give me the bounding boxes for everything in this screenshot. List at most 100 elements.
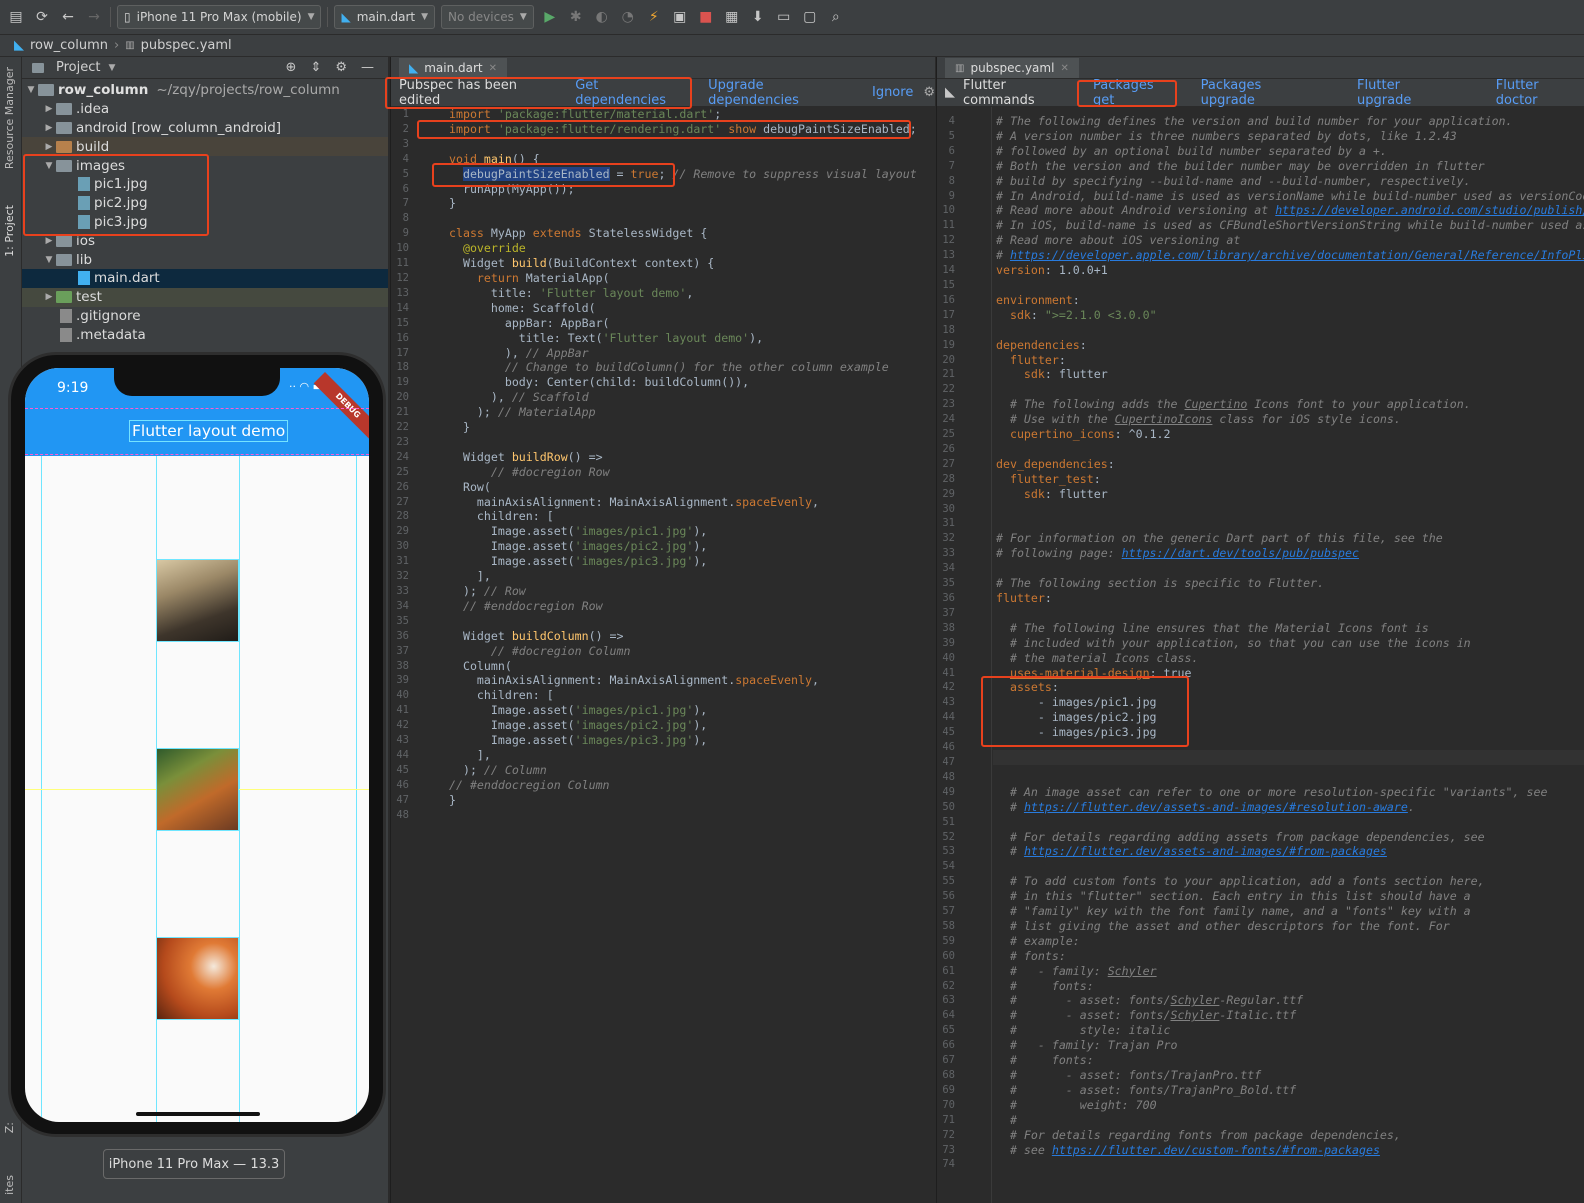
chevron-right-icon: › [114,38,120,53]
project-structure-icon[interactable]: ▭ [774,7,794,27]
breadcrumb-project[interactable]: row_column [30,38,108,53]
device-selector-label: iPhone 11 Pro Max (mobile) [136,10,302,24]
packages-upgrade-link[interactable]: Packages upgrade [1201,78,1319,108]
run-config-label: main.dart [356,10,416,24]
save-icon[interactable]: ▤ [6,7,26,27]
breadcrumb: ◣ row_column › ▥ pubspec.yaml [0,35,1584,57]
back-icon[interactable]: ← [58,7,78,27]
pic1-image [156,559,239,642]
sync-icon[interactable]: ⟳ [32,7,52,27]
project-tool-tab[interactable]: 1: Project [3,205,16,257]
tree-item-root[interactable]: ▼ row_column ~/zqy/projects/row_column [22,81,388,100]
flutter-commands-label: Flutter commands [963,77,1035,108]
tree-item-gitignore[interactable]: .gitignore [22,307,388,326]
highlight-box [23,154,209,236]
breadcrumb-file[interactable]: pubspec.yaml [141,38,232,53]
tree-item-label: test [76,289,102,306]
tree-item-idea[interactable]: ▶ .idea [22,100,388,119]
gear-icon[interactable]: ⚙ [923,85,935,100]
folder-icon [56,103,72,116]
line-numbers: 1 2 3 4 5 6 7 8 9 10 11 12 13 14 15 16 1… [396,108,409,821]
profile-icon[interactable]: ◔ [618,7,638,27]
hide-icon[interactable]: — [361,60,374,75]
phone-notch [114,368,280,396]
tree-item-main-dart[interactable]: main.dart [22,268,388,288]
tree-item-label: lib [76,251,93,268]
collapsed-arrow-icon: ▶ [45,292,53,303]
upgrade-dependencies-link[interactable]: Upgrade dependencies [708,78,852,108]
search-icon[interactable]: ⌕ [826,7,846,27]
flutter-doctor-link[interactable]: Flutter doctor [1496,78,1584,108]
expanded-arrow-icon: ▼ [45,254,53,265]
hot-reload-icon[interactable]: ⚡ [644,7,664,27]
resource-manager-tab[interactable]: Resource Manager [3,67,16,169]
main-toolbar: ▤ ⟳ ← → ▯ iPhone 11 Pro Max (mobile) ▼ ◣ ma… [0,0,1584,35]
favorites-tool-tab[interactable]: ites [3,1175,16,1195]
locate-icon[interactable]: ⊕ [286,60,297,75]
folder-icon [38,84,54,97]
flutter-icon: ◣ [341,10,351,24]
debug-paint-guide [25,454,369,455]
flutter-commands-bar: ◣ Flutter commands Packages get Packages… [937,77,1584,108]
run-config-selector[interactable]: ◣ main.dart ▼ [334,5,436,29]
yaml-file-icon: ▥ [955,62,965,74]
editor-tab-bar: ◣ main.dart ✕ [391,57,935,79]
tab-pubspec-yaml[interactable]: ▥ pubspec.yaml ✕ [945,58,1079,78]
structure-tool-tab[interactable]: Z: [3,1122,16,1133]
flutter-upgrade-link[interactable]: Flutter upgrade [1357,78,1458,108]
project-view-selector[interactable]: Project [56,60,100,75]
main-dart-editor: ◣ main.dart ✕ Pubspec has been edited Get … [385,57,935,1203]
forward-icon[interactable]: → [84,7,104,27]
target-device-label: No devices [448,10,514,24]
status-time: 9:19 [57,380,89,396]
gear-icon[interactable]: ⚙ [335,60,347,75]
dart-file-icon [78,271,90,286]
hot-restart-icon[interactable]: ▣ [670,7,690,27]
tree-item-label: .gitignore [76,307,141,324]
run-icon[interactable]: ▶ [540,7,560,27]
gutter-divider [991,107,992,1203]
dart-file-icon: ◣ [409,61,419,75]
ignore-link[interactable]: Ignore [872,85,913,100]
line-numbers: 4 5 6 7 8 9 10 11 12 13 14 15 16 17 18 1… [942,115,955,1171]
close-icon[interactable]: ✕ [1060,63,1068,74]
folder-icon [56,121,72,134]
tree-item-android[interactable]: ▶ android [row_column_android] [22,119,388,138]
dart-code[interactable]: import 'package:flutter/material.dart'; … [449,107,917,808]
tree-item-label: main.dart [94,270,160,287]
tree-item-metadata[interactable]: .metadata [22,325,388,344]
yaml-file-icon: ▥ [125,40,135,51]
collapsed-arrow-icon: ▶ [45,122,53,133]
simulator-device-label: iPhone 11 Pro Max — 13.3 [103,1149,285,1179]
project-panel-header: Project ▼ ⊕ ⇕ ⚙ — [22,57,388,79]
pic3-image [156,937,239,1020]
chevron-down-icon: ▼ [108,62,116,73]
tab-label: main.dart [424,61,483,75]
collapse-all-icon[interactable]: ⇕ [310,60,321,75]
debug-paint-guide [25,408,369,409]
phone-icon: ▯ [124,10,131,24]
close-icon[interactable]: ✕ [489,63,497,74]
iphone-simulator: 9:19 ·· ◠ ▬ DEBUG Flutter layout demo [8,352,386,1137]
tree-item-lib[interactable]: ▼ lib [22,250,388,269]
debug-banner: DEBUG [313,372,369,440]
coverage-icon[interactable]: ◐ [592,7,612,27]
tab-main-dart[interactable]: ◣ main.dart ✕ [399,58,508,78]
debug-icon[interactable]: ✱ [566,7,586,27]
pic2-image [156,748,239,831]
yaml-code[interactable]: # The following defines the version and … [996,114,1584,1157]
target-device-selector[interactable]: No devices ▼ [441,5,534,29]
collapsed-arrow-icon: ▶ [45,104,53,115]
tree-item-label: .idea [76,101,110,118]
avd-manager-icon[interactable]: ▦ [722,7,742,27]
tree-item-test[interactable]: ▶ test [22,287,388,307]
sdk-manager-icon[interactable]: ⬇ [748,7,768,27]
folder-icon [32,62,44,73]
flutter-icon: ◣ [14,38,24,53]
device-selector[interactable]: ▯ iPhone 11 Pro Max (mobile) ▼ [117,5,322,29]
terminal-icon[interactable]: ▢ [800,7,820,27]
simulator-screen: 9:19 ·· ◠ ▬ DEBUG Flutter layout demo [25,368,369,1122]
stop-icon[interactable]: ■ [696,7,716,27]
tree-item-label: .metadata [76,326,146,343]
highlight-box [417,120,911,139]
